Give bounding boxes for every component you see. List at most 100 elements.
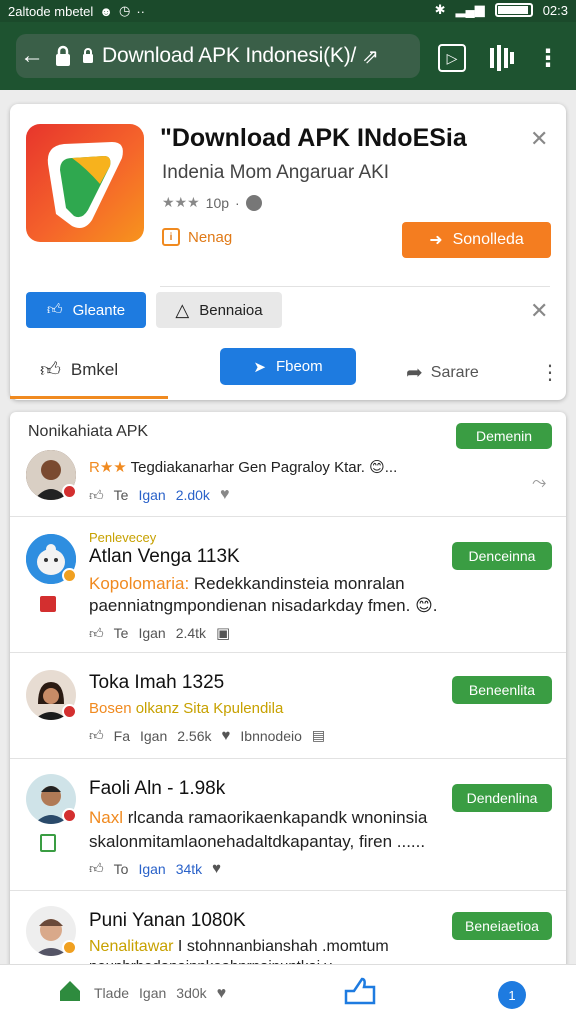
verified-badge <box>62 808 77 823</box>
notification-badge[interactable]: 1 <box>498 981 526 1009</box>
battery-icon <box>494 3 533 17</box>
tab-forward[interactable]: ➦ Sarare <box>406 360 479 385</box>
document-icon <box>40 834 56 852</box>
browser-toolbar: ← Download APK Indonesi(K)/ ⇗ ▷ ⋮ <box>0 22 576 90</box>
tag-icon: i <box>162 228 180 246</box>
comment-author: Toka Imah 1325 <box>89 672 225 693</box>
rating-row: ★★★ 10p · <box>162 194 262 211</box>
tab-forward-label: Sarare <box>430 363 479 381</box>
tab-more-icon[interactable]: ⋮ <box>540 360 560 385</box>
home-icon[interactable] <box>58 979 82 1008</box>
tag-label: Nenag <box>188 228 233 246</box>
header-action-button[interactable]: Demenin <box>456 423 552 449</box>
tab-switcher-icon[interactable]: ▷ <box>438 44 466 72</box>
forward-arrow-icon: ➦ <box>406 362 423 384</box>
comment-action-button[interactable]: Dendenlina <box>452 784 552 812</box>
tab-share[interactable]: ➤ Fbeom <box>220 348 356 385</box>
stat-text: 2.d0k <box>175 487 210 503</box>
warning-chip-label: Bennaioa <box>199 301 263 319</box>
comment-line: skalonmitamlaonehadaltdkapantay, firen .… <box>89 832 426 851</box>
comment-author: Puni Yanan 1080K <box>89 910 246 931</box>
verified-badge <box>62 484 77 499</box>
carrier-text: 2altode mbetel <box>8 3 94 19</box>
flag-icon <box>40 596 56 612</box>
tab-share-label: Fbeom <box>275 358 323 375</box>
warning-icon: △ <box>175 299 190 320</box>
stat-text: Te <box>113 487 129 503</box>
comment-line: Bosen olkanz Sita Kpulendila <box>89 700 284 717</box>
comment-line: Kopolomaria: Redekkandinsteia monralan <box>89 574 405 593</box>
thumbs-up-icon: 👍︎ <box>46 301 63 318</box>
rating-stars-icon: ★★★ <box>162 194 200 210</box>
warning-chip[interactable]: △ Bennaioa <box>156 292 282 328</box>
arrow-right-icon: ➜ <box>429 232 443 249</box>
verified-badge <box>62 568 77 583</box>
like-icon[interactable]: 👍︎ <box>89 487 104 504</box>
address-bar[interactable]: ← Download APK Indonesi(K)/ ⇗ <box>16 34 420 78</box>
translate-icon[interactable] <box>488 42 516 74</box>
comment-author: Atlan Venga 113K <box>89 546 240 567</box>
comment-line: paenniatngmpondienan nisadarkday fmen. 😊… <box>89 596 439 615</box>
star-rating-icon: R★★ <box>89 459 131 476</box>
rating-text: 10p <box>205 194 230 211</box>
overflow-menu-icon[interactable]: ⋮ <box>536 42 560 74</box>
comment-line: Nenalitawar I stohnnanbianshah .momtum <box>89 938 389 955</box>
expand-icon[interactable]: ⤳ <box>532 472 546 493</box>
calendar-icon[interactable]: ▤ <box>312 727 325 744</box>
comment-stats: 👍︎ To Igan 34tk ♥ <box>89 860 222 877</box>
app-logo <box>26 124 144 242</box>
thumb-outline-icon: 👍︎ <box>40 359 61 381</box>
heart-icon[interactable]: ♥ <box>220 486 230 504</box>
close-icon[interactable]: ✕ <box>530 126 548 152</box>
comment-line: Naxl rlcanda ramaorikaenkapandk wnoninsi… <box>89 808 428 827</box>
comment-author: Faoli Aln - 1.98k <box>89 778 226 799</box>
lock-icon <box>54 45 74 67</box>
comment-stats: 👍︎ Te Igan 2.4tk ▣ <box>89 624 231 643</box>
bottom-stats: Tlade Igan 3d0k ♥ <box>94 985 227 1003</box>
comment-action-button[interactable]: Denceinna <box>452 542 552 570</box>
share-arrow-icon[interactable]: ⇗ <box>362 44 379 69</box>
top-comment-text: R★★ Tegdiakanarhar Gen Pagraloy Ktar. 😊.… <box>89 459 398 476</box>
heart-icon[interactable]: ♥ <box>212 860 221 877</box>
bottom-nav: Tlade Igan 3d0k ♥ 1 <box>0 964 576 1024</box>
more-icon: ·· <box>136 3 145 19</box>
comment-action-button[interactable]: Beneenlita <box>452 676 552 704</box>
like-icon[interactable]: 👍︎ <box>89 727 104 744</box>
like-chip-label: Gleante <box>72 301 126 319</box>
dismiss-icon[interactable]: ✕ <box>530 298 548 324</box>
send-icon: ➤ <box>253 358 266 376</box>
lock-icon-small <box>82 48 96 64</box>
tab-like[interactable]: 👍︎ Bmkel <box>40 358 118 382</box>
status-bar: 2altode mbetel ☻ ◷ ·· ✱ ▂▄▆ 02:3 <box>0 0 576 22</box>
verified-badge <box>62 704 77 719</box>
comment-stats: 👍︎ Fa Igan 2.56k ♥ Ibnnodeio ▤ <box>89 727 326 744</box>
heart-icon[interactable]: ♥ <box>217 985 227 1003</box>
clock-icon: ◷ <box>118 3 131 18</box>
bluetooth-icon: ✱ <box>434 2 446 17</box>
url-text[interactable]: Download APK Indonesi(K)/ <box>102 44 356 68</box>
back-arrow-icon[interactable]: ← <box>20 42 46 70</box>
share-nav-icon[interactable] <box>342 973 378 1014</box>
download-button[interactable]: ➜ Sonolleda <box>402 222 551 258</box>
signal-icon: ▂▄▆ <box>455 2 485 17</box>
like-icon[interactable]: 👍︎ <box>89 860 104 877</box>
comments-header: Nonikahiata APK <box>28 423 149 440</box>
heart-icon[interactable]: ♥ <box>221 727 230 744</box>
comment-icon[interactable]: ▣ <box>216 624 230 642</box>
globe-icon <box>245 194 262 211</box>
app-title: "Download APK INdoESia <box>160 124 467 152</box>
top-comment-stats: 👍︎ Te Igan 2.d0k ♥ <box>89 486 229 504</box>
divider <box>160 286 550 287</box>
app-subtitle: Indenia Mom Angaruar AKI <box>162 162 390 183</box>
comment-action-button[interactable]: Beneiaetioa <box>452 912 552 940</box>
app-icon: ☻ <box>99 3 113 19</box>
tab-underline <box>10 396 168 399</box>
time: 02:3 <box>542 2 568 18</box>
download-button-label: Sonolleda <box>452 231 524 248</box>
comment-tag: Penlevecey <box>89 530 157 545</box>
verified-badge <box>62 940 77 955</box>
like-icon[interactable]: 👍︎ <box>89 625 104 642</box>
like-chip[interactable]: 👍︎ Gleante <box>26 292 146 328</box>
stat-text: Igan <box>138 487 166 503</box>
tab-like-label: Bmkel <box>70 360 119 379</box>
